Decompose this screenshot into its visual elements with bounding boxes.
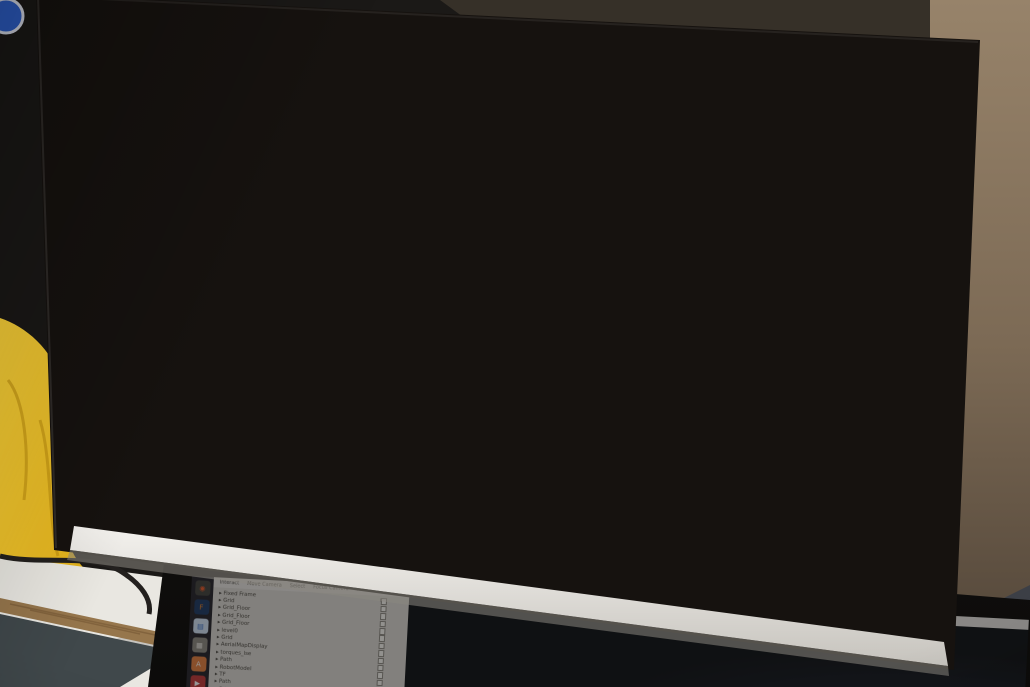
photo-of-monitor-scene: { "tray": {"time": "11:34", "keyboard_la…: [0, 0, 1030, 687]
monitor: [0, 0, 1030, 687]
